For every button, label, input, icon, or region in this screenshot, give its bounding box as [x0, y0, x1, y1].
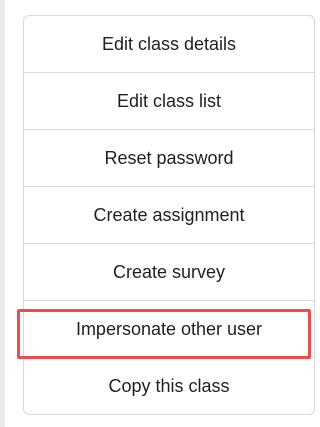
- menu-item-create-survey[interactable]: Create survey: [24, 244, 314, 301]
- class-actions-menu: Edit class details Edit class list Reset…: [23, 15, 315, 415]
- left-edge-strip: [0, 0, 5, 427]
- menu-item-edit-class-list[interactable]: Edit class list: [24, 73, 314, 130]
- menu-item-copy-this-class[interactable]: Copy this class: [24, 358, 314, 414]
- menu-item-edit-class-details[interactable]: Edit class details: [24, 16, 314, 73]
- screenshot-root: Edit class details Edit class list Reset…: [0, 0, 315, 427]
- menu-item-create-assignment[interactable]: Create assignment: [24, 187, 314, 244]
- menu-item-impersonate-other-user[interactable]: Impersonate other user: [24, 301, 314, 358]
- menu-item-reset-password[interactable]: Reset password: [24, 130, 314, 187]
